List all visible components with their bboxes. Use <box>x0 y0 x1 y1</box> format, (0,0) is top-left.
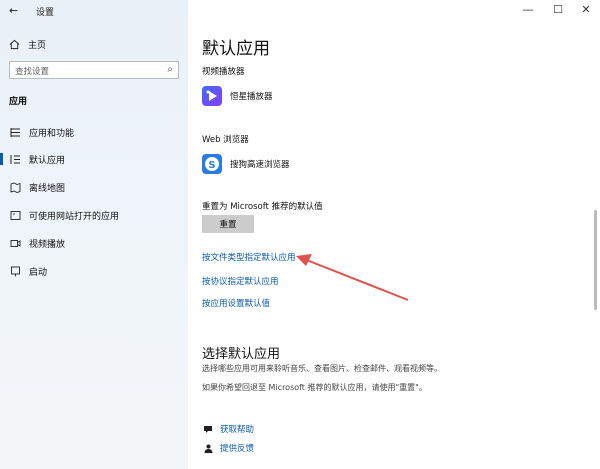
annotation-arrow <box>296 254 409 301</box>
annotation-arrow-head <box>296 254 312 266</box>
annotation-arrow-line <box>303 258 409 301</box>
